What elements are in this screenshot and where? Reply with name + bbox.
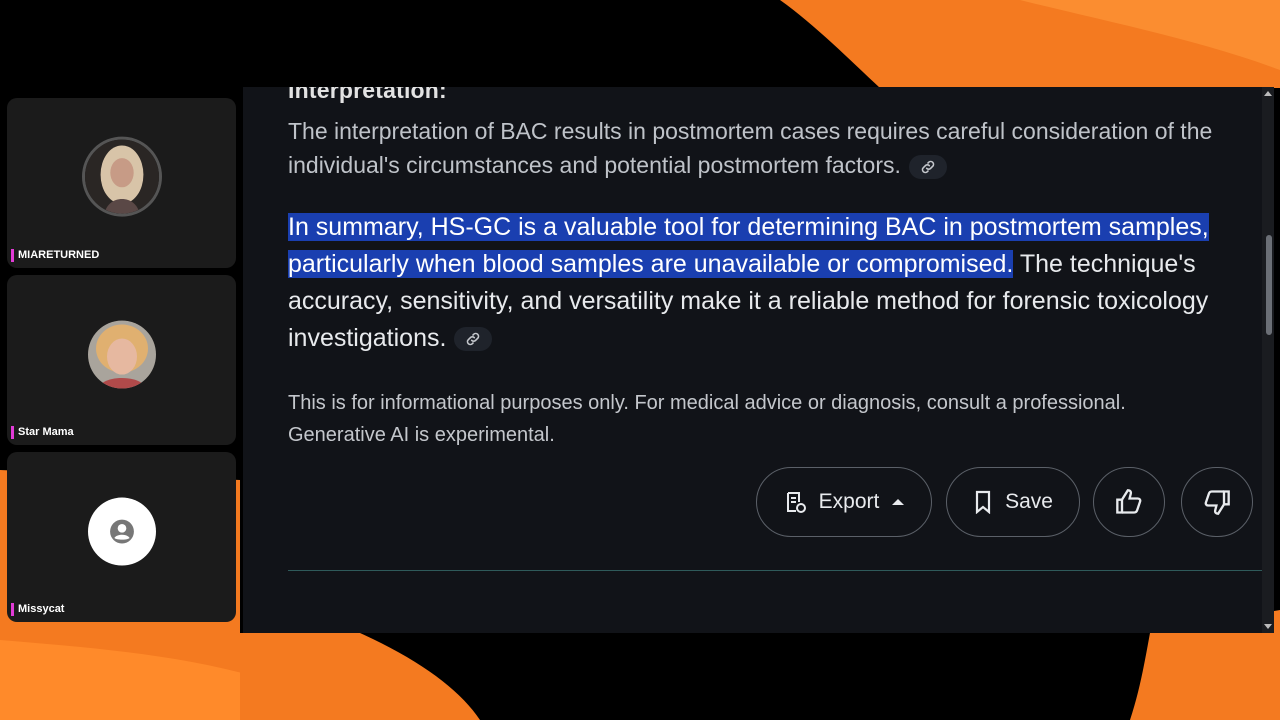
paragraph-text: The interpretation of BAC results in pos… <box>288 118 1213 178</box>
avatar <box>87 497 156 566</box>
participant-name: Star Mama <box>11 426 74 439</box>
scrollbar[interactable] <box>1262 87 1274 633</box>
thumbs-down-icon <box>1204 490 1230 515</box>
thumbs-up-icon <box>1116 489 1142 514</box>
scroll-thumb[interactable] <box>1266 235 1272 335</box>
source-link-button[interactable] <box>454 327 493 352</box>
shared-screen: Interpretation: The interpretation of BA… <box>243 87 1274 633</box>
summary-paragraph: In summary, HS-GC is a valuable tool for… <box>288 209 1258 357</box>
save-label: Save <box>1005 490 1053 513</box>
avatar <box>87 320 156 389</box>
save-button[interactable]: Save <box>946 467 1080 537</box>
thumbs-down-button[interactable] <box>1181 467 1253 537</box>
scroll-down-arrow[interactable] <box>1264 624 1272 629</box>
avatar <box>81 136 162 217</box>
export-label: Export <box>818 490 880 513</box>
scroll-up-arrow[interactable] <box>1264 91 1272 96</box>
participant-name: MIARETURNED <box>11 249 99 262</box>
link-icon <box>467 333 480 346</box>
export-button[interactable]: Export <box>756 467 932 537</box>
participant-tile-3[interactable]: Missycat <box>7 452 236 622</box>
thumbs-up-button[interactable] <box>1093 467 1165 537</box>
disclaimer-line: This is for informational purposes only.… <box>288 392 1126 414</box>
link-icon <box>921 160 935 174</box>
interpretation-paragraph: The interpretation of BAC results in pos… <box>288 114 1258 182</box>
disclaimer: This is for informational purposes only.… <box>288 387 1268 451</box>
bookmark-icon <box>975 490 991 514</box>
caret-up-icon <box>892 499 905 505</box>
source-link-button[interactable] <box>908 154 947 179</box>
export-icon <box>786 492 806 513</box>
participant-tile-2[interactable]: Star Mama <box>7 275 236 445</box>
section-heading: Interpretation: <box>288 87 447 103</box>
person-icon <box>109 519 134 544</box>
disclaimer-line: Generative AI is experimental. <box>288 424 555 446</box>
divider <box>288 570 1263 571</box>
participant-tile-1[interactable]: MIARETURNED <box>7 98 236 268</box>
participant-name: Missycat <box>11 603 64 616</box>
